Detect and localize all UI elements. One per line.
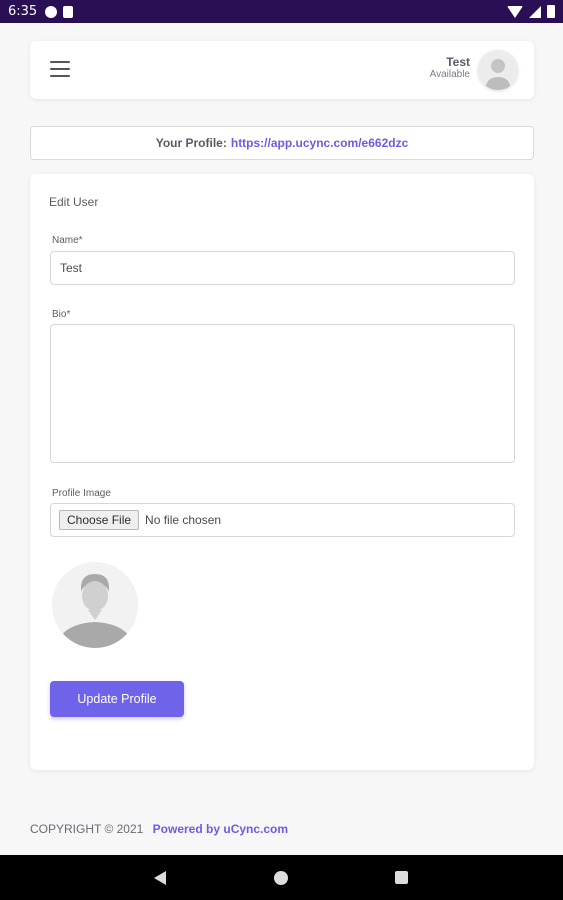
profile-link[interactable]: https://app.ucync.com/e662dzc (231, 136, 408, 150)
user-avatar-icon (478, 50, 518, 90)
profile-image-label: Profile Image (52, 488, 111, 499)
profile-image-file-input[interactable]: Choose File No file chosen (50, 503, 515, 537)
bio-label: Bio* (52, 309, 71, 320)
status-bar: 6:35 (0, 0, 563, 23)
name-input[interactable] (50, 251, 515, 285)
powered-by-link[interactable]: Powered by uCync.com (153, 822, 288, 836)
avatar[interactable] (478, 50, 518, 90)
wifi-icon (507, 5, 523, 18)
notification-icon (45, 5, 58, 18)
no-file-text: No file chosen (145, 513, 222, 527)
form-title: Edit User (49, 195, 99, 209)
recent-apps-icon[interactable] (395, 871, 408, 884)
signal-icon (529, 5, 541, 18)
user-info[interactable]: Test Available (430, 55, 470, 81)
update-profile-button[interactable]: Update Profile (50, 681, 184, 717)
user-status: Available (429, 69, 470, 80)
profile-link-banner: Your Profile: https://app.ucync.com/e662… (30, 126, 534, 160)
status-time: 6:35 (8, 4, 38, 19)
user-name: Test (446, 55, 470, 69)
top-bar: Test Available (30, 41, 534, 99)
edit-user-form: Edit User Name* Bio* Profile Image Choos… (30, 174, 534, 770)
profile-image-preview (52, 562, 138, 648)
copyright-text: COPYRIGHT © 2021 (30, 822, 144, 836)
name-label: Name* (52, 235, 83, 246)
hamburger-icon[interactable] (50, 61, 70, 79)
bio-textarea[interactable] (50, 324, 515, 463)
sd-card-icon (63, 5, 74, 18)
choose-file-button[interactable]: Choose File (59, 510, 140, 530)
footer: COPYRIGHT © 2021 Powered by uCync.com (30, 822, 288, 836)
home-icon[interactable] (274, 871, 288, 885)
back-icon[interactable] (154, 871, 166, 885)
android-nav-bar (0, 855, 563, 900)
profile-link-label: Your Profile: (155, 136, 227, 150)
battery-icon (547, 5, 555, 18)
user-avatar-icon (52, 562, 138, 648)
